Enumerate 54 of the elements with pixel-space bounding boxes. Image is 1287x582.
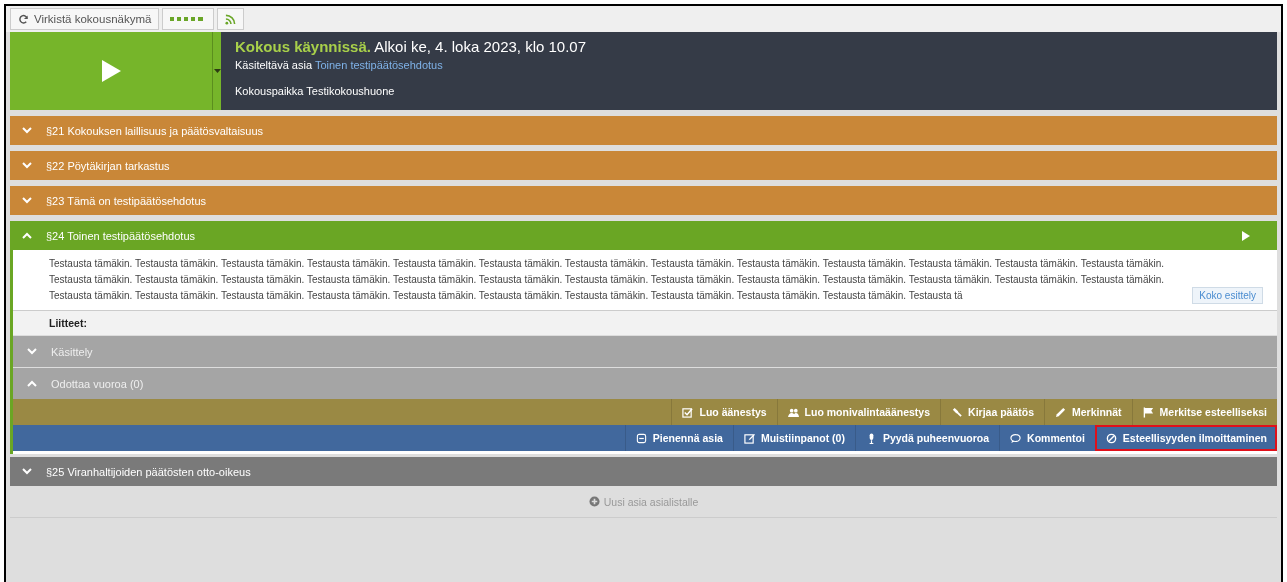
play-icon: [100, 59, 122, 83]
section-title: Odottaa vuoroa (0): [51, 377, 144, 390]
chevron-icon: [27, 348, 37, 355]
pencil-icon: [1055, 406, 1066, 418]
chevron-icon: [22, 197, 32, 204]
section-header[interactable]: Käsittely: [13, 335, 1277, 367]
new-item-button[interactable]: Uusi asia asialistalle: [582, 494, 705, 509]
chevron-icon: [27, 380, 37, 387]
action-button[interactable]: Muistiinpanot (0): [732, 425, 855, 451]
meeting-status: Kokous käynnissä.: [235, 38, 371, 55]
action-button[interactable]: Esteellisyyden ilmoittaminen: [1094, 425, 1277, 451]
action-button[interactable]: Pienennä asia: [624, 425, 733, 451]
agenda-item-title: §25 Viranhaltijoiden päätösten otto-oikeus: [46, 465, 252, 478]
section-title: Käsittely: [51, 345, 93, 358]
plus-circle-icon: [588, 496, 600, 507]
agenda-item-header[interactable]: §25 Viranhaltijoiden päätösten otto-oikeus: [10, 457, 1277, 486]
action-button[interactable]: Merkitse esteelliseksi: [1131, 399, 1277, 425]
refresh-button[interactable]: Virkistä kokousnäkymä: [10, 8, 160, 30]
meeting-start-time: Alkoi ke, 4. loka 2023, klo 10.07: [374, 38, 587, 55]
caret-icon: [213, 69, 221, 73]
agenda-item-title: §21 Kokouksen laillisuus ja päätösvaltaisuus: [46, 124, 265, 137]
refresh-icon: [18, 13, 29, 25]
comment-icon: [1010, 432, 1022, 444]
agenda-item-title: §23 Tämä on testipäätösehdotus: [46, 194, 208, 207]
chevron-icon: [22, 162, 32, 169]
attachments-label: Liitteet:: [13, 311, 1277, 335]
dropdown-toggle[interactable]: [212, 32, 221, 110]
chevron-icon: [22, 468, 32, 475]
action-button[interactable]: Pyydä puheenvuoroa: [854, 425, 1000, 451]
agenda-item-header[interactable]: §21 Kokouksen laillisuus ja päätösvaltaisuus: [10, 116, 1277, 145]
meeting-place: Kokouspaikka Testikokoushuone: [235, 85, 396, 97]
play-icon: [1241, 230, 1251, 241]
check-icon: [682, 406, 694, 418]
feed-icon: [225, 13, 237, 25]
current-item-label: Käsiteltävä asia: [235, 59, 313, 71]
full-presentation-button[interactable]: Koko esittely: [1192, 287, 1263, 304]
agenda-item-title: §24 Toinen testipäätösehdotus: [46, 229, 197, 242]
agenda-item-title: §22 Pöytäkirjan tarkastus: [46, 159, 171, 172]
chevron-icon: [22, 232, 32, 239]
users-icon: [787, 406, 799, 418]
ban-icon: [1105, 432, 1117, 444]
feed-button[interactable]: [217, 8, 245, 30]
minus-icon: [635, 432, 647, 444]
signal-button[interactable]: [162, 8, 215, 30]
section-header[interactable]: Odottaa vuoroa (0): [13, 367, 1277, 399]
action-button[interactable]: Kommentoi: [999, 425, 1095, 451]
agenda-item-header[interactable]: §24 Toinen testipäätösehdotus: [10, 221, 1277, 250]
agenda-item-header[interactable]: §23 Tämä on testipäätösehdotus: [10, 186, 1277, 215]
agenda-item-header[interactable]: §22 Pöytäkirjan tarkastus: [10, 151, 1277, 180]
current-item-link[interactable]: Toinen testipäätösehdotus: [314, 59, 443, 71]
item-description: Testausta tämäkin. Testausta tämäkin. Testausta tämäkin. Testausta tämäkin. Testausta tämäkin. Testausta tämäkin. Testausta tämäkin. Testausta tämäkin. Testausta tämäkin. Testausta tämäkin. Testausta tämäkin. Testausta tämäkin. Testausta tämäkin. Testausta tämäkin. Testausta tämäkin. Testausta tämäkin. Testausta tämäkin. Testausta tämäkin. Testausta tämäkin. Testausta tämäkin. Testausta tämäkin. Testausta tämäkin. Testausta tämäkin. Testausta tämäkin. Testausta tämäkin. Testausta tämäkin. Testausta tämäkin. Testausta tämäkin. Testausta tämäkin. Testausta tämäkin. Testausta tämäkin. Testausta tämäkin. Testausta tämäkin. Testausta tämäkin. Testausta tämäkin. Testausta tämäkin. Testausta tä: [49, 257, 1166, 303]
chevron-icon: [22, 127, 32, 134]
edit-icon: [743, 432, 755, 444]
flag-icon: [1142, 406, 1154, 418]
